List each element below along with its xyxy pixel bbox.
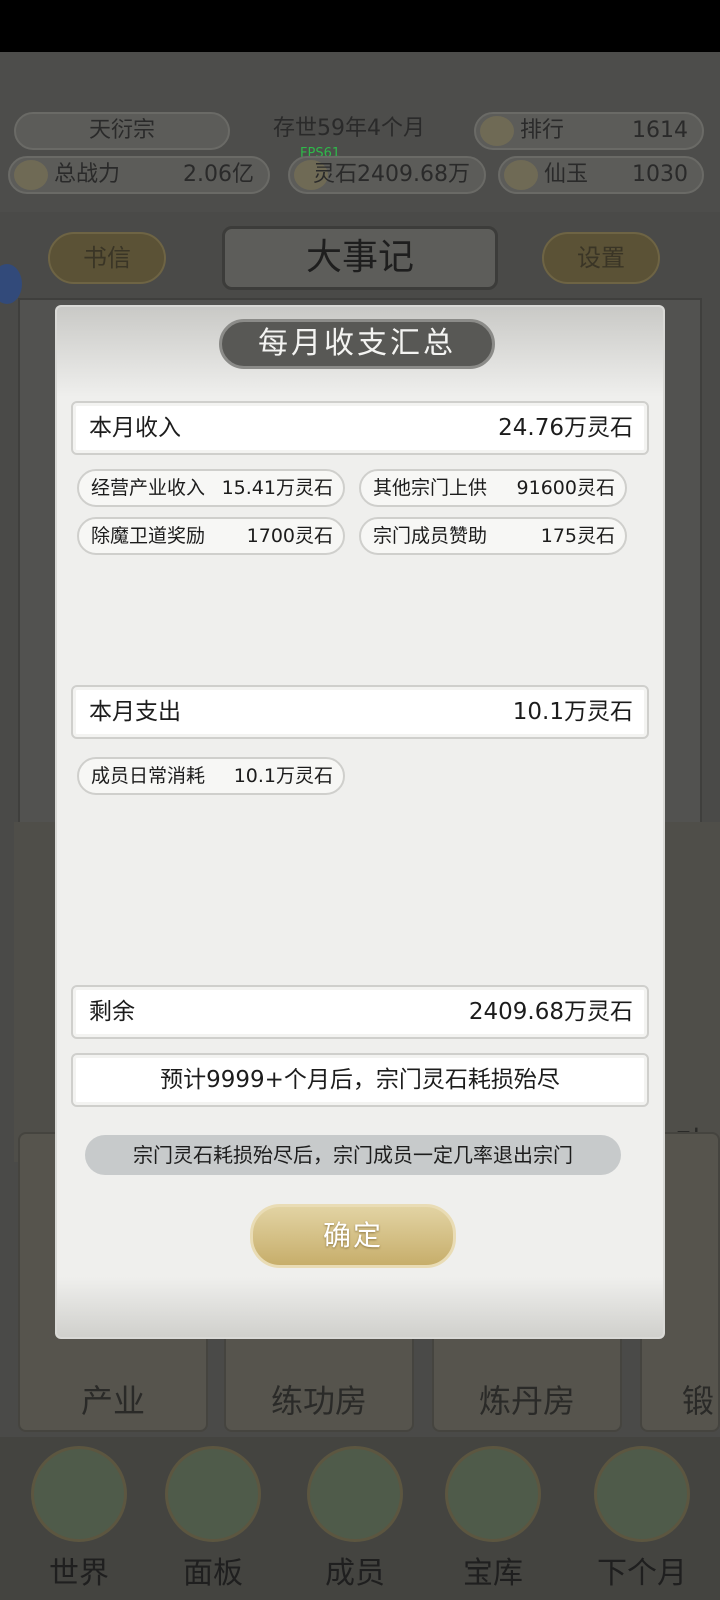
letters-button[interactable]: 书信 <box>48 232 166 284</box>
panel-icon <box>165 1446 261 1542</box>
tab-label: 宝库 <box>463 1556 523 1591</box>
building-name: 练功房 <box>270 1382 367 1420</box>
rank-icon <box>480 116 514 146</box>
remaining-row: 剩余 2409.68万灵石 <box>71 985 649 1039</box>
income-item: 除魔卫道奖励 1700灵石 <box>77 517 345 555</box>
expense-item: 成员日常消耗 10.1万灵石 <box>77 757 345 795</box>
rank-label: 排行 <box>520 118 565 143</box>
depletion-warning: 宗门灵石耗损殆尽后，宗门成员一定几率退出宗门 <box>85 1135 621 1175</box>
power-icon <box>14 160 48 190</box>
members-icon <box>307 1446 403 1542</box>
income-item: 经营产业收入 15.41万灵石 <box>77 469 345 507</box>
top-hud: 天衍宗 存世59年4个月 排行 1614 总战力 2.06亿 FPS61 灵石2… <box>0 52 720 212</box>
tab-label: 面板 <box>183 1556 243 1591</box>
expense-item-value: 10.1万灵石 <box>233 765 333 787</box>
confirm-button[interactable]: 确定 <box>250 1204 456 1268</box>
jade-value: 1030 <box>632 162 688 187</box>
sect-era: 存世59年4个月 <box>273 116 425 141</box>
tab-label: 成员 <box>325 1556 385 1591</box>
power-pill: 总战力 2.06亿 <box>8 156 270 194</box>
sect-name: 天衍宗 <box>88 118 155 143</box>
jade-pill: 仙玉 1030 <box>498 156 704 194</box>
expense-item-label: 成员日常消耗 <box>91 765 206 787</box>
spirit-stone-value: 灵石2409.68万 <box>313 162 470 187</box>
tab-members[interactable]: 成员 <box>290 1446 420 1592</box>
settings-button[interactable]: 设置 <box>542 232 660 284</box>
tab-next-month[interactable]: 下个月 <box>572 1446 712 1592</box>
monthly-summary-dialog: 每月收支汇总 本月收入 24.76万灵石 经营产业收入 15.41万灵石 其他宗… <box>57 307 663 1337</box>
income-item-label: 其他宗门上供 <box>373 477 488 499</box>
expense-value: 10.1万灵石 <box>512 699 633 725</box>
income-value: 24.76万灵石 <box>498 415 633 441</box>
sect-name-pill: 天衍宗 <box>14 112 230 150</box>
building-name: 产业 <box>80 1382 145 1420</box>
power-label: 总战力 <box>54 162 121 187</box>
nav-row: 书信 大事记 设置 <box>0 222 720 302</box>
income-item-label: 宗门成员赞助 <box>373 525 488 547</box>
expense-label: 本月支出 <box>89 699 181 725</box>
remaining-label: 剩余 <box>89 999 135 1025</box>
bottom-tab-bar: 世界 面板 成员 宝库 下个月 <box>0 1437 720 1600</box>
remaining-value: 2409.68万灵石 <box>468 999 633 1025</box>
income-row: 本月收入 24.76万灵石 <box>71 401 649 455</box>
income-label: 本月收入 <box>89 415 181 441</box>
power-value: 2.06亿 <box>183 162 254 187</box>
dialog-footer-decoration <box>57 1277 663 1337</box>
building-name: 炼丹房 <box>478 1382 575 1420</box>
tab-panel[interactable]: 面板 <box>148 1446 278 1592</box>
tab-world[interactable]: 世界 <box>14 1446 144 1592</box>
income-item-value: 15.41万灵石 <box>221 477 333 499</box>
spirit-stone-pill: 灵石2409.68万 <box>288 156 486 194</box>
expense-row: 本月支出 10.1万灵石 <box>71 685 649 739</box>
era-pill: 存世59年4个月 <box>236 112 462 150</box>
jade-label: 仙玉 <box>544 162 589 187</box>
chronicle-title: 大事记 <box>222 226 498 290</box>
next-month-icon <box>594 1446 690 1542</box>
income-item-value: 175灵石 <box>540 525 615 547</box>
rank-value: 1614 <box>632 118 688 143</box>
tab-treasury[interactable]: 宝库 <box>428 1446 558 1592</box>
treasury-icon <box>445 1446 541 1542</box>
dialog-title: 每月收支汇总 <box>219 319 495 369</box>
rank-pill[interactable]: 排行 1614 <box>474 112 704 150</box>
tab-label: 世界 <box>49 1556 109 1591</box>
tab-label: 下个月 <box>597 1556 687 1591</box>
income-item-value: 1700灵石 <box>246 525 333 547</box>
income-item-label: 经营产业收入 <box>91 477 206 499</box>
status-bar <box>0 0 720 52</box>
income-item: 宗门成员赞助 175灵石 <box>359 517 627 555</box>
world-icon <box>31 1446 127 1542</box>
building-name: 锻 <box>682 1382 715 1420</box>
jade-icon <box>504 160 538 190</box>
forecast-row: 预计9999+个月后，宗门灵石耗损殆尽 <box>71 1053 649 1107</box>
income-item-value: 91600灵石 <box>516 477 615 499</box>
income-item-label: 除魔卫道奖励 <box>91 525 206 547</box>
income-item: 其他宗门上供 91600灵石 <box>359 469 627 507</box>
